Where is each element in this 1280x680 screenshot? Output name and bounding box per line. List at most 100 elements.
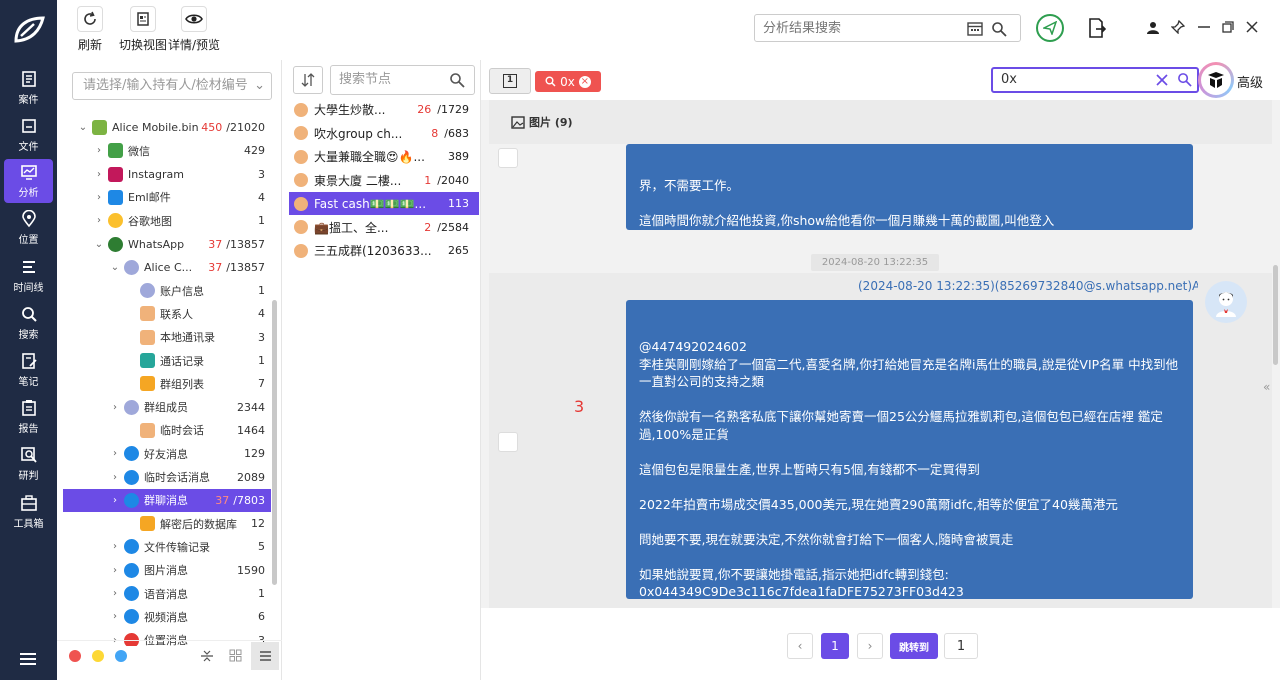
analysis-search-box[interactable] bbox=[754, 14, 1021, 42]
nav-search[interactable]: 搜索 bbox=[4, 301, 53, 345]
nav-report[interactable]: 报告 bbox=[4, 395, 53, 439]
tree-item[interactable]: 解密后的数据库 12 bbox=[63, 512, 271, 535]
list-view-button[interactable] bbox=[251, 642, 279, 670]
grid-view-icon[interactable] bbox=[229, 649, 242, 662]
message-checkbox[interactable] bbox=[498, 432, 518, 452]
message-checkbox[interactable] bbox=[498, 148, 518, 168]
remove-tag-icon[interactable]: × bbox=[578, 75, 591, 88]
tree-item[interactable]: ⌄ Alice Mobile.bin 450/21020 bbox=[63, 116, 271, 139]
tree-item[interactable]: ⌄ WhatsApp 37/13857 bbox=[63, 233, 271, 256]
nav-case[interactable]: 案件 bbox=[4, 66, 53, 110]
chevron-down-icon[interactable]: ⌄ bbox=[109, 262, 121, 273]
blue-dot-icon[interactable] bbox=[115, 650, 127, 662]
detail-preview-button[interactable]: 详情/预览 bbox=[168, 6, 220, 53]
chevron-right-icon[interactable]: › bbox=[109, 472, 121, 483]
tree-item[interactable]: › Eml邮件 4 bbox=[63, 186, 271, 209]
goto-page-input[interactable]: 1 bbox=[944, 633, 978, 659]
node-search-input[interactable]: 搜索节点 bbox=[330, 65, 475, 95]
tree-item[interactable]: › 视频消息 6 bbox=[63, 605, 271, 628]
tree-item[interactable]: ⌄ Alice C... 37/13857 bbox=[63, 256, 271, 279]
feedback-button[interactable] bbox=[1036, 14, 1064, 42]
tree-item[interactable]: › 临时会话消息 2089 bbox=[63, 466, 271, 489]
maximize-icon[interactable] bbox=[1222, 21, 1234, 33]
keyword-tag[interactable]: 0x × bbox=[535, 71, 601, 92]
tree-scrollbar[interactable] bbox=[272, 300, 277, 585]
collapse-panel-icon[interactable]: « bbox=[1263, 380, 1270, 394]
page-toggle-button[interactable]: 1 bbox=[489, 68, 531, 94]
nav-toolbox[interactable]: 工具箱 bbox=[4, 490, 53, 534]
nav-notes[interactable]: 笔记 bbox=[4, 348, 53, 392]
chevron-right-icon[interactable]: › bbox=[109, 565, 121, 576]
nav-timeline[interactable]: 时间线 bbox=[4, 254, 53, 298]
tree-item[interactable]: › 好友消息 129 bbox=[63, 442, 271, 465]
tree-item[interactable]: 临时会话 1464 bbox=[63, 419, 271, 442]
yellow-dot-icon[interactable] bbox=[92, 650, 104, 662]
analysis-search-input[interactable] bbox=[755, 15, 955, 41]
export-icon[interactable] bbox=[1088, 18, 1106, 38]
node-item[interactable]: 吹水group ch... 8/683 bbox=[289, 122, 479, 145]
image-section-header[interactable]: 图片 (9) bbox=[489, 100, 1272, 144]
chevron-right-icon[interactable]: › bbox=[93, 215, 105, 226]
goto-page-button[interactable]: 跳转到 bbox=[890, 633, 938, 659]
chevron-right-icon[interactable]: › bbox=[109, 611, 121, 622]
node-item[interactable]: 💼搵工、全... 2/2584 bbox=[289, 216, 479, 239]
search-icon[interactable] bbox=[991, 21, 1007, 37]
tree-item[interactable]: › 图片消息 1590 bbox=[63, 559, 271, 582]
menu-icon[interactable] bbox=[19, 652, 37, 666]
tree-item[interactable]: 群组列表 7 bbox=[63, 372, 271, 395]
node-item[interactable]: Fast cash💵💵💵... 113 bbox=[289, 192, 479, 215]
next-page-button[interactable]: › bbox=[857, 633, 883, 659]
close-icon[interactable] bbox=[1246, 21, 1258, 33]
tree-item[interactable]: › 谷歌地图 1 bbox=[63, 209, 271, 232]
nav-file[interactable]: 文件 bbox=[4, 113, 53, 157]
assistant-avatar[interactable] bbox=[1198, 62, 1234, 98]
tree-item[interactable]: › 群聊消息 37/7803 bbox=[63, 488, 271, 512]
keyword-input[interactable]: 0x bbox=[991, 67, 1199, 93]
tree-item[interactable]: › Instagram 3 bbox=[63, 163, 271, 186]
sort-button[interactable] bbox=[293, 66, 323, 94]
chevron-right-icon[interactable]: › bbox=[93, 169, 105, 180]
node-item[interactable]: 大學生炒散... 26/1729 bbox=[289, 98, 479, 121]
tree-item[interactable]: › 微信 429 bbox=[63, 139, 271, 162]
tree-item[interactable]: 联系人 4 bbox=[63, 302, 271, 325]
search-icon[interactable] bbox=[449, 72, 465, 88]
chevron-right-icon[interactable]: › bbox=[93, 192, 105, 203]
red-dot-icon[interactable] bbox=[69, 650, 81, 662]
collapse-icon[interactable] bbox=[200, 649, 214, 663]
node-item[interactable]: 大量兼職全職😍🔥... 389 bbox=[289, 145, 479, 168]
advanced-search-link[interactable]: 高级 bbox=[1237, 72, 1263, 91]
tree-item[interactable]: › 文件传输记录 5 bbox=[63, 535, 271, 558]
search-icon[interactable] bbox=[1177, 72, 1192, 87]
avatar[interactable] bbox=[1205, 281, 1247, 323]
node-item[interactable]: 三五成群(1203633... 265 bbox=[289, 239, 479, 262]
minimize-icon[interactable] bbox=[1198, 26, 1210, 28]
chevron-right-icon[interactable]: › bbox=[109, 448, 121, 459]
nav-location[interactable]: 位置 bbox=[4, 206, 53, 250]
nav-research[interactable]: 研判 bbox=[4, 442, 53, 486]
chevron-right-icon[interactable]: › bbox=[109, 402, 121, 413]
node-item[interactable]: 東景大廈 二樓... 1/2040 bbox=[289, 169, 479, 192]
pin-icon[interactable] bbox=[1171, 20, 1185, 34]
nav-analysis[interactable]: 分析 bbox=[4, 159, 53, 203]
tree-item[interactable]: 本地通讯录 3 bbox=[63, 326, 271, 349]
refresh-button[interactable]: 刷新 bbox=[77, 6, 103, 53]
switch-view-button[interactable]: 切换视图 bbox=[119, 6, 167, 53]
prev-page-button[interactable]: ‹ bbox=[787, 633, 813, 659]
chevron-right-icon[interactable]: › bbox=[109, 495, 121, 506]
message-sender[interactable]: (2024-08-20 13:22:35)(85269732840@s.what… bbox=[858, 279, 1198, 293]
chevron-down-icon[interactable]: ⌄ bbox=[77, 122, 89, 133]
tree-item[interactable]: 通话记录 1 bbox=[63, 349, 271, 372]
tree-item[interactable]: › 群组成员 2344 bbox=[63, 396, 271, 419]
clear-icon[interactable] bbox=[1156, 74, 1168, 86]
tree-item[interactable]: 账户信息 1 bbox=[63, 279, 271, 302]
chevron-right-icon[interactable]: › bbox=[93, 145, 105, 156]
holder-select[interactable]: 请选择/输入持有人/检材编号 ⌄ bbox=[72, 72, 272, 100]
page-number-button[interactable]: 1 bbox=[821, 633, 849, 659]
message-scrollbar[interactable] bbox=[1273, 265, 1278, 365]
chevron-right-icon[interactable]: › bbox=[109, 541, 121, 552]
chevron-right-icon[interactable]: › bbox=[109, 588, 121, 599]
user-icon[interactable] bbox=[1147, 21, 1159, 34]
tree-item[interactable]: › 语音消息 1 bbox=[63, 582, 271, 605]
calendar-icon[interactable] bbox=[967, 21, 983, 36]
chevron-down-icon[interactable]: ⌄ bbox=[93, 239, 105, 250]
